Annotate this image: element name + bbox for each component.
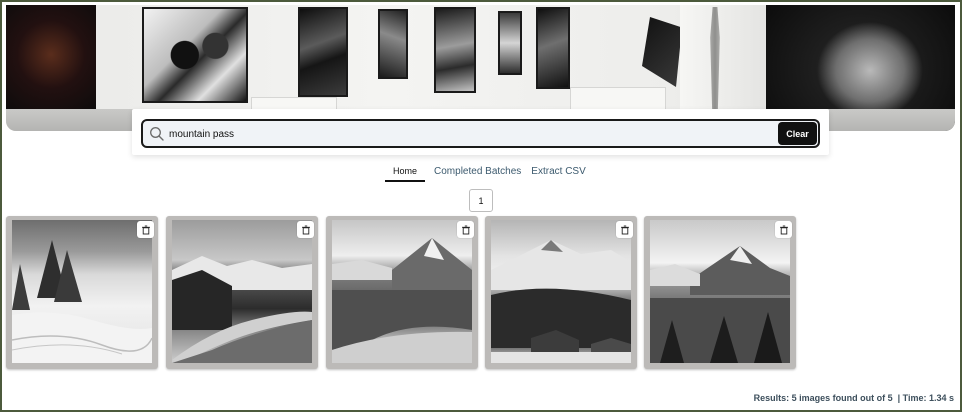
result-image-card[interactable] [485,216,637,369]
clear-button[interactable]: Clear [778,122,817,145]
pagination-page-button[interactable]: 1 [469,189,493,212]
search-box: Clear [141,119,820,148]
trash-icon [301,225,310,234]
search-icon [149,126,165,142]
trash-icon [620,225,629,234]
trash-icon [461,225,470,234]
result-image [332,220,472,363]
result-image-card[interactable] [166,216,318,369]
delete-image-button[interactable] [297,221,314,238]
tab-home[interactable]: Home [385,164,426,182]
result-image-card[interactable] [644,216,796,369]
delete-image-button[interactable] [137,221,154,238]
trash-icon [141,225,150,234]
result-image [650,220,790,363]
result-image [172,220,312,363]
delete-image-button[interactable] [457,221,474,238]
result-image-card[interactable] [326,216,478,369]
trash-icon [779,225,788,234]
result-image [12,220,152,363]
result-image [491,220,631,363]
nav-tabs: Home Completed Batches Extract CSV [385,164,591,182]
search-panel: Clear [132,109,829,155]
tab-completed-batches[interactable]: Completed Batches [429,164,526,182]
delete-image-button[interactable] [616,221,633,238]
delete-image-button[interactable] [775,221,792,238]
result-image-card[interactable] [6,216,158,369]
search-input[interactable] [169,124,769,144]
tab-extract-csv[interactable]: Extract CSV [526,164,590,182]
results-status-text: Results: 5 images found out of 5 | Time:… [753,393,954,403]
